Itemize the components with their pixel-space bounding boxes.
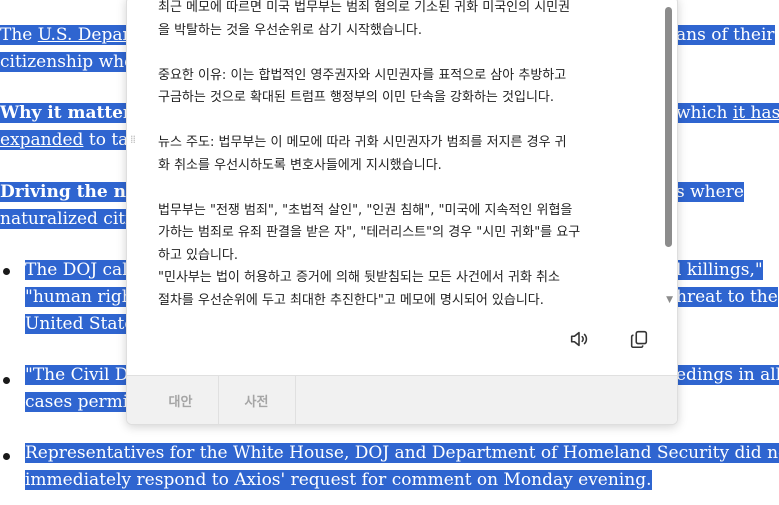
driving-the-news-label: Driving the nev <box>0 182 147 202</box>
scrollbar-thumb[interactable] <box>665 7 672 247</box>
expanded-link[interactable]: expanded <box>0 130 83 150</box>
bullet-1 <box>3 268 10 275</box>
paragraph-1-line-2: citizenship whe <box>0 52 135 72</box>
it-has-expanded-link[interactable]: it has <box>733 103 779 123</box>
scroll-down-arrow-icon[interactable]: ▼ <box>666 295 673 305</box>
tab-dictionary[interactable]: 사전 <box>218 376 296 424</box>
us-department-link[interactable]: U.S. Depart <box>38 25 138 45</box>
speaker-button[interactable] <box>565 325 593 353</box>
copy-button[interactable] <box>625 325 653 353</box>
translation-popup: ⁞⁞ 최근 메모에 따르면 미국 법무부는 범죄 혐의로 기소된 귀화 미국인의… <box>126 0 678 425</box>
why-it-matters-label: Why it matters <box>0 103 142 123</box>
speaker-icon <box>570 331 588 347</box>
drag-handle-icon[interactable]: ⁞⁞ <box>130 134 136 145</box>
popup-footer: 대안 사전 <box>127 375 677 424</box>
tab-alternatives[interactable]: 대안 <box>143 376 219 424</box>
bullet-2 <box>3 377 10 384</box>
copy-icon <box>630 330 648 349</box>
paragraph-1-line-1: The U.S. Depart <box>0 25 138 45</box>
bullet-3 <box>3 453 10 460</box>
translation-text: 최근 메모에 따르면 미국 법무부는 범죄 혐의로 기소된 귀화 미국인의 시민… <box>158 0 581 308</box>
